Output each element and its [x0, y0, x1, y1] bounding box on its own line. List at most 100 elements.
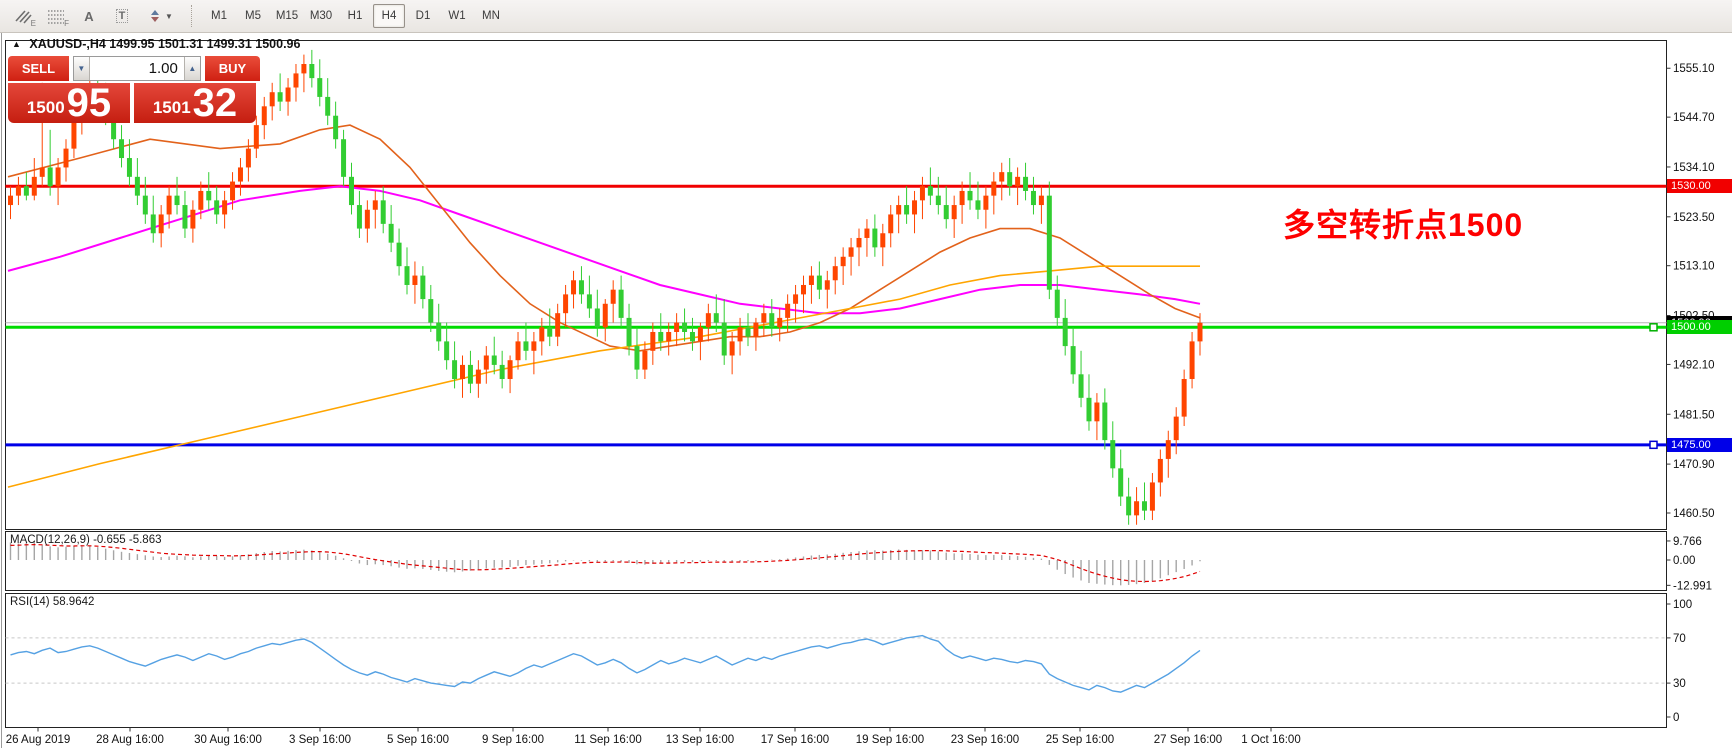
arrows-tool[interactable]: ▼: [140, 3, 180, 29]
candle-body: [610, 289, 616, 304]
sell-button[interactable]: SELL: [8, 56, 69, 81]
candle-body: [753, 322, 759, 337]
rsi-tick-label: 100: [1673, 599, 1692, 611]
candle-body: [935, 195, 941, 206]
time-axis-label: 19 Sep 16:00: [856, 734, 924, 746]
hline-handle-1500[interactable]: [1649, 323, 1658, 332]
candle-body: [1046, 195, 1052, 290]
candle-body: [515, 341, 521, 361]
candle-body: [586, 294, 592, 309]
volume-increase-button[interactable]: ▲: [183, 57, 200, 80]
line-studies-tool-icon[interactable]: E: [8, 3, 38, 29]
timeframe-button-m15[interactable]: M15: [271, 4, 303, 28]
ohlc-values: 1499.95 1501.31 1499.31 1500.96: [109, 37, 301, 51]
macd-signal-line: [10, 543, 1201, 583]
timeframe-button-m5[interactable]: M5: [237, 4, 269, 28]
candle-body: [39, 167, 45, 177]
timeframe-button-m1[interactable]: M1: [203, 4, 235, 28]
time-axis-label: 3 Sep 16:00: [289, 734, 351, 746]
candle-body: [420, 275, 426, 300]
candle-body: [658, 331, 664, 342]
candle-body: [158, 214, 164, 234]
buy-button[interactable]: BUY: [204, 56, 260, 81]
candle-body: [15, 186, 21, 196]
candle-body: [460, 364, 466, 380]
candle-body: [277, 92, 283, 102]
candle-body: [840, 256, 846, 267]
candle-body: [293, 73, 299, 88]
sell-price-display[interactable]: 1500 95: [8, 83, 130, 123]
toolbar-separator: [191, 5, 193, 27]
time-axis-label: 13 Sep 16:00: [666, 734, 734, 746]
candle-body: [571, 280, 577, 295]
candle-body: [309, 64, 315, 79]
candle-body: [777, 317, 783, 328]
candle-body: [380, 200, 386, 224]
fibonacci-tool-icon[interactable]: F: [41, 3, 71, 29]
candle-body: [801, 284, 806, 295]
timeframe-button-d1[interactable]: D1: [407, 4, 439, 28]
candle-body: [896, 205, 902, 215]
macd-tick-label: -12.991: [1673, 580, 1712, 592]
candle-body: [626, 317, 632, 347]
price-chart-canvas[interactable]: 1555.101544.701534.101523.501513.101502.…: [0, 33, 1732, 748]
volume-input[interactable]: [89, 57, 184, 80]
candle-body: [848, 247, 854, 257]
candle-body: [912, 200, 918, 215]
candle-body: [991, 181, 997, 196]
text-label-glyph: A: [84, 8, 94, 24]
candle-body: [475, 369, 481, 384]
time-axis-label: 5 Sep 16:00: [387, 734, 449, 746]
hline-handle-1475[interactable]: [1649, 440, 1658, 450]
volume-decrease-button[interactable]: ▼: [73, 57, 90, 80]
candle-body: [967, 190, 973, 201]
candle-body: [824, 280, 830, 290]
candle-body: [1007, 172, 1013, 187]
timeframe-button-h1[interactable]: H1: [339, 4, 371, 28]
candle-body: [166, 195, 172, 215]
candle-body: [245, 148, 251, 168]
candle-body: [618, 289, 624, 318]
candle-body: [356, 205, 362, 229]
candle-body: [214, 200, 220, 215]
candle-body: [1110, 440, 1116, 469]
timeframe-button-mn[interactable]: MN: [475, 4, 507, 28]
candle-body: [1165, 440, 1171, 459]
text-label-tool[interactable]: A: [74, 3, 104, 29]
buy-price-pips: 32: [192, 81, 238, 125]
y-tick-label: 1492.10: [1673, 359, 1715, 371]
candle-body: [769, 313, 775, 328]
candle-body: [412, 275, 418, 285]
y-tick-label: 1513.10: [1673, 261, 1715, 273]
candle-body: [689, 331, 695, 342]
candle-body: [713, 313, 719, 323]
timeframe-button-w1[interactable]: W1: [441, 4, 473, 28]
candle-body: [539, 327, 545, 342]
candle-body: [190, 209, 196, 229]
candle-body: [325, 96, 331, 116]
chart-text-annotation[interactable]: 多空转折点1500: [1283, 200, 1523, 246]
candle-body: [1054, 289, 1060, 318]
rsi-tick-label: 70: [1673, 633, 1686, 645]
timeframe-button-h4[interactable]: H4: [373, 4, 405, 28]
candle-body: [31, 176, 37, 196]
timeframe-button-m30[interactable]: M30: [305, 4, 337, 28]
candle-body: [1070, 346, 1076, 375]
candle-body: [634, 346, 640, 370]
candle-body: [174, 195, 180, 206]
candle-body: [666, 331, 672, 342]
candle-body: [729, 341, 735, 356]
y-tick-label: 1534.10: [1673, 162, 1715, 174]
candle-body: [642, 350, 648, 370]
candle-body: [594, 308, 600, 328]
candle-body: [348, 176, 354, 206]
text-box-tool[interactable]: T: [107, 3, 137, 29]
price-badge-1475: 1475.00: [1667, 438, 1732, 452]
sell-price-main: 1500: [26, 98, 65, 117]
candle-body: [943, 205, 949, 220]
tool-subscript: E: [30, 19, 36, 28]
buy-price-display[interactable]: 1501 32: [134, 83, 256, 123]
candle-body: [697, 327, 703, 342]
candle-body: [674, 322, 680, 332]
candle-body: [1030, 190, 1036, 206]
